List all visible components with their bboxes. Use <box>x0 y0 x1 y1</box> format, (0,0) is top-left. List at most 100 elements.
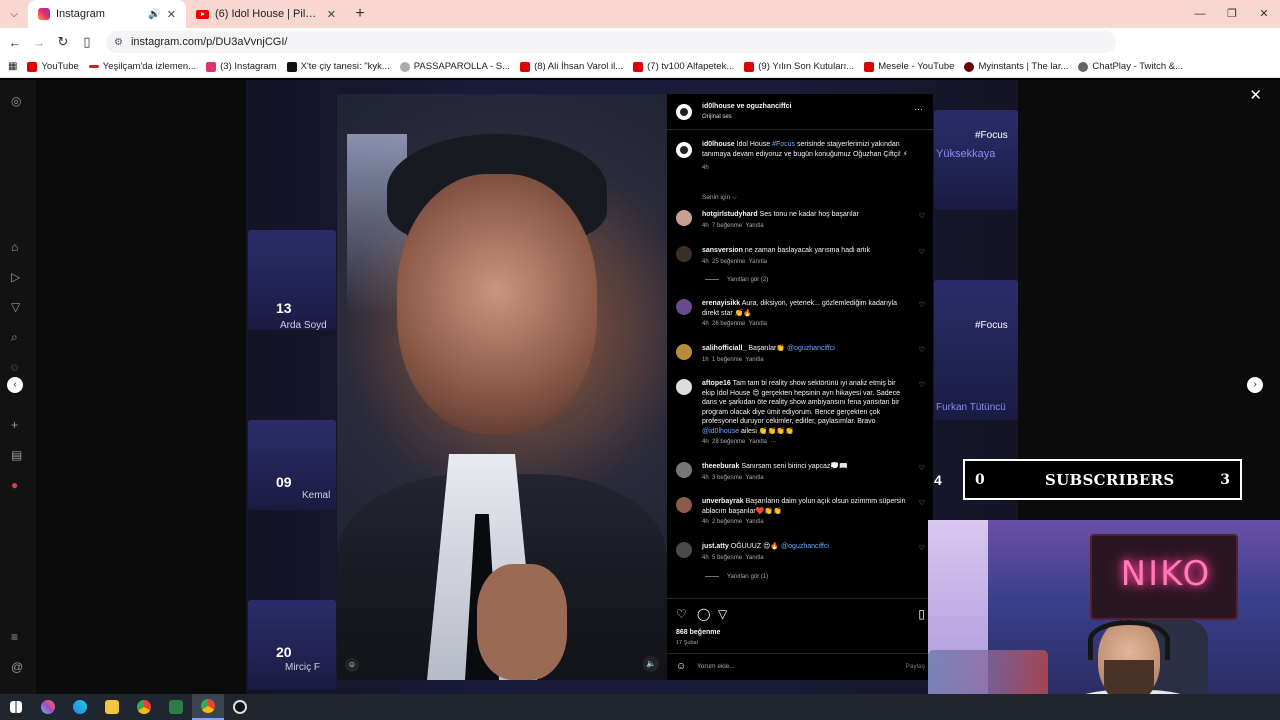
comment-meta: 4h 3 beğenme Yanıtla <box>702 475 764 481</box>
bookmark-item[interactable]: (3) Instagram <box>206 61 277 72</box>
start-button[interactable] <box>0 694 32 720</box>
taskbar-obs[interactable] <box>224 694 256 720</box>
close-tab-icon[interactable]: ✕ <box>327 8 336 21</box>
bookmark-item[interactable]: X'te çiy tanesi: "kyk... <box>286 61 390 72</box>
like-comment-icon[interactable]: ♡ <box>919 464 925 472</box>
send-icon[interactable]: ▽ <box>11 300 20 314</box>
window-controls: — ❐ ✕ <box>1184 0 1280 28</box>
forward-icon[interactable]: → <box>27 35 51 50</box>
dashboard-icon[interactable]: ▤ <box>11 448 22 462</box>
tab-instagram[interactable]: Instagram 🔊 ✕ <box>28 0 186 28</box>
bookmark-item[interactable]: YouTube <box>27 61 79 72</box>
comment-avatar[interactable] <box>676 246 692 262</box>
comment-filter[interactable]: Senin için ⌵ <box>702 194 737 202</box>
site-info-icon[interactable]: ⚙ <box>114 37 123 48</box>
save-icon[interactable]: ▯ <box>918 607 925 621</box>
video-face <box>397 174 597 434</box>
next-post-icon[interactable]: › <box>1247 377 1263 393</box>
comment-icon[interactable]: ◯ <box>697 607 710 621</box>
more-options-icon[interactable]: ··· <box>914 104 923 114</box>
like-comment-icon[interactable]: ♡ <box>919 212 925 220</box>
tab-youtube[interactable]: (6) Idol House | Pilot Bölüm - YouTube ✕ <box>186 0 346 28</box>
comment-avatar[interactable] <box>676 299 692 315</box>
comment-meta: 4h 5 beğenme Yanıtla <box>702 555 764 561</box>
search-icon[interactable]: ⌕ <box>11 330 18 345</box>
bookmark-item[interactable]: ChatPlay - Twitch &... <box>1078 61 1183 72</box>
like-count[interactable]: 868 beğenme <box>676 629 720 636</box>
reel-video[interactable]: ☺ 🔈 <box>337 94 667 680</box>
bookmark-item[interactable]: Yeşilçam'da izlemen... <box>88 61 196 72</box>
bookmark-favicon-icon <box>1078 61 1089 72</box>
tab-search-icon[interactable]: ⌵ <box>0 0 28 28</box>
close-post-icon[interactable]: ✕ <box>1249 86 1262 104</box>
like-comment-icon[interactable]: ♡ <box>919 346 925 354</box>
comment-avatar[interactable] <box>676 344 692 360</box>
profile-icon[interactable]: ● <box>11 478 18 492</box>
comment-avatar[interactable] <box>676 379 692 395</box>
author-names[interactable]: id0lhouse ve oguzhanciffci <box>702 103 791 110</box>
volume-icon[interactable]: 🔈 <box>643 656 659 672</box>
bookmark-item[interactable]: Mesele - YouTube <box>864 61 954 72</box>
taskbar-store[interactable] <box>160 694 192 720</box>
caption-avatar[interactable] <box>676 142 692 158</box>
view-replies[interactable]: Yanıtları gör (2) <box>705 277 768 283</box>
previous-post-icon[interactable]: ‹ <box>7 377 23 393</box>
subscriber-count-left: 0 <box>975 472 985 488</box>
threads-icon[interactable]: @ <box>11 660 23 674</box>
like-comment-icon[interactable]: ♡ <box>919 301 925 309</box>
audio-label[interactable]: Orijinal ses <box>702 114 732 120</box>
taskbar-edge[interactable] <box>64 694 96 720</box>
create-icon[interactable]: + <box>11 418 18 432</box>
post-actions: ♡ ◯ ▽ ▯ 868 beğenme 17 Şubat ☺ Yorum ekl… <box>667 598 933 678</box>
emoji-icon[interactable]: ☺ <box>676 661 686 672</box>
comment-avatar[interactable] <box>676 497 692 513</box>
more-menu-icon[interactable]: ≡ <box>11 630 18 644</box>
side-panel-icon[interactable]: ▯ <box>75 34 99 50</box>
comment-input[interactable]: Yorum ekle... <box>697 663 735 670</box>
comment-avatar[interactable] <box>676 462 692 478</box>
bookmark-item[interactable]: PASSAPAROLLA - S... <box>399 61 510 72</box>
home-icon[interactable]: ⌂ <box>11 240 18 254</box>
taskbar-chrome[interactable] <box>128 694 160 720</box>
address-bar-row: ← → ↻ ▯ ⚙ instagram.com/p/DU3aVvnjCGI/ 🔍… <box>0 28 1280 77</box>
speaker-icon[interactable]: 🔊 <box>148 9 160 20</box>
caption-hashtag[interactable]: #Focus <box>772 141 795 148</box>
instagram-logo-icon[interactable]: ◎ <box>11 94 21 108</box>
taskbar-explorer[interactable] <box>96 694 128 720</box>
url-field[interactable]: ⚙ instagram.com/p/DU3aVvnjCGI/ <box>106 31 1116 53</box>
like-comment-icon[interactable]: ♡ <box>919 544 925 552</box>
reload-icon[interactable]: ↻ <box>51 34 75 50</box>
minimize-icon[interactable]: — <box>1184 0 1216 28</box>
close-tab-icon[interactable]: ✕ <box>167 8 176 21</box>
reels-icon[interactable]: ▷ <box>11 270 20 284</box>
post-comment-button[interactable]: Paylaş <box>905 663 925 670</box>
apps-icon[interactable]: ▦ <box>8 61 17 72</box>
share-icon[interactable]: ▽ <box>718 607 727 621</box>
restore-icon[interactable]: ❐ <box>1216 0 1248 28</box>
youtube-favicon-icon <box>196 9 209 19</box>
new-tab-button[interactable]: + <box>346 5 374 23</box>
bookmark-item[interactable]: (7) tv100 Alfapetek... <box>633 61 734 72</box>
bookmark-favicon-icon <box>88 65 99 68</box>
taskbar-copilot[interactable] <box>32 694 64 720</box>
caption-user[interactable]: id0lhouse <box>702 141 735 148</box>
background-card <box>934 110 1018 210</box>
bookmark-item[interactable]: (9) Yılın Son Kutuları... <box>744 61 854 72</box>
view-replies[interactable]: Yanıtları gör (1) <box>705 574 768 580</box>
like-comment-icon[interactable]: ♡ <box>919 381 925 389</box>
comment-avatar[interactable] <box>676 210 692 226</box>
subscriber-count-right: 3 <box>1220 472 1230 488</box>
author-avatar[interactable] <box>676 104 692 120</box>
like-icon[interactable]: ♡ <box>676 607 687 621</box>
neon-sign: NIKO <box>1090 534 1238 620</box>
like-comment-icon[interactable]: ♡ <box>919 248 925 256</box>
bookmark-item[interactable]: Myinstants | The lar... <box>964 61 1068 72</box>
comment-avatar[interactable] <box>676 542 692 558</box>
like-comment-icon[interactable]: ♡ <box>919 499 925 507</box>
close-window-icon[interactable]: ✕ <box>1248 0 1280 28</box>
explore-icon[interactable]: ◌ <box>11 360 18 374</box>
back-icon[interactable]: ← <box>3 35 27 50</box>
tagged-users-icon[interactable]: ☺ <box>345 658 359 672</box>
bookmark-item[interactable]: (8) Ali İhsan Varol il... <box>520 61 623 72</box>
taskbar-chrome-active[interactable] <box>192 694 224 720</box>
